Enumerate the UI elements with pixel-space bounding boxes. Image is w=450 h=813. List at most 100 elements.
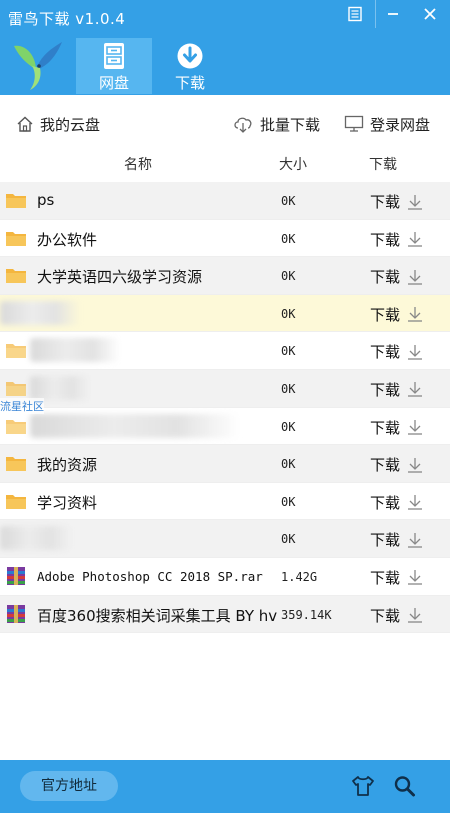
tab-download[interactable]: 下载 — [152, 38, 228, 94]
file-name: 大学英语四六级学习资源 — [37, 268, 203, 287]
download-button[interactable]: 下载 — [370, 454, 424, 475]
app-title: 雷鸟下载 v1.0.4 — [8, 10, 126, 28]
file-size: 0K — [281, 231, 296, 246]
download-button[interactable]: 下载 — [370, 492, 424, 513]
file-list: ps 0K 下载 办公软件 0K 下载 大学英语四六级学习资源 0K 下载 0K… — [0, 182, 450, 634]
official-site-button[interactable]: 官方地址 — [20, 771, 118, 801]
table-row[interactable]: ps 0K 下载 — [0, 182, 450, 220]
folder-icon — [6, 194, 26, 208]
batch-download-label: 批量下载 — [260, 115, 321, 134]
file-size: 0K — [281, 344, 296, 359]
folder-icon — [6, 457, 26, 472]
monitor-icon — [344, 115, 364, 132]
download-button[interactable]: 下载 — [370, 567, 424, 588]
file-size: 0K — [281, 306, 296, 321]
blurred-name — [0, 526, 72, 551]
watermark-text: 流星社区 — [0, 398, 44, 414]
close-button[interactable] — [410, 0, 450, 28]
table-row[interactable]: 我的资源 0K 下载 — [0, 445, 450, 483]
download-button[interactable]: 下载 — [370, 229, 424, 250]
file-size: 0K — [281, 494, 296, 509]
app-logo-icon — [14, 42, 62, 90]
home-icon — [17, 116, 33, 132]
rar-archive-icon — [7, 604, 25, 623]
table-row[interactable]: 办公软件 0K 下载 — [0, 220, 450, 258]
download-button[interactable]: 下载 — [370, 304, 424, 325]
tab-download-label: 下载 — [174, 74, 205, 92]
download-arrow-icon — [408, 457, 423, 473]
download-button[interactable]: 下载 — [370, 191, 424, 212]
download-button[interactable]: 下载 — [370, 341, 424, 362]
file-size: 0K — [281, 381, 296, 396]
download-arrow-icon — [408, 232, 423, 247]
cabinet-icon — [104, 43, 124, 69]
file-size: 0K — [281, 532, 296, 547]
header-name: 名称 — [124, 157, 152, 173]
table-header: 名称 大小 下载 — [0, 148, 450, 178]
minimize-button[interactable] — [376, 0, 410, 28]
tab-cloud-disk[interactable]: 网盘 — [76, 38, 152, 94]
download-arrow-icon — [408, 608, 423, 623]
file-size: 0K — [281, 269, 296, 284]
download-button[interactable]: 下载 — [370, 529, 424, 550]
blurred-name — [30, 375, 90, 400]
header-download: 下载 — [369, 157, 397, 173]
file-size: 1.42G — [281, 569, 318, 584]
folder-icon — [6, 419, 26, 434]
table-row[interactable]: 0K 下载 — [0, 408, 450, 446]
download-arrow-icon — [408, 194, 423, 210]
download-button[interactable]: 下载 — [370, 266, 424, 287]
my-cloud-label: 我的云盘 — [40, 115, 101, 134]
table-row[interactable]: 0K 下载 — [0, 332, 450, 370]
folder-icon — [6, 231, 26, 246]
header-size: 大小 — [279, 157, 307, 173]
download-arrow-icon — [408, 532, 423, 548]
download-arrow-icon — [408, 495, 423, 510]
download-arrow-icon — [408, 269, 423, 285]
file-size: 0K — [281, 457, 296, 472]
file-size: 0K — [281, 194, 296, 208]
search-icon[interactable] — [392, 774, 418, 798]
download-arrow-icon — [408, 382, 423, 398]
file-size: 0K — [281, 419, 296, 434]
table-row[interactable]: 0K 下载 — [0, 520, 450, 558]
file-name: 学习资料 — [37, 493, 98, 512]
my-cloud-button[interactable]: 我的云盘 — [16, 104, 100, 144]
login-disk-button[interactable]: 登录网盘 — [344, 104, 430, 144]
batch-download-button[interactable]: 批量下载 — [232, 104, 320, 144]
file-name: 我的资源 — [37, 456, 98, 475]
table-row[interactable]: 学习资料 0K 下载 — [0, 483, 450, 521]
window-controls — [334, 0, 450, 30]
file-size: 359.14K — [281, 607, 332, 622]
table-row[interactable]: 0K 下载 — [0, 294, 450, 333]
tab-cloud-disk-label: 网盘 — [98, 74, 129, 92]
blurred-name — [30, 338, 120, 363]
shirt-icon[interactable] — [350, 774, 376, 798]
login-disk-label: 登录网盘 — [370, 115, 431, 134]
blurred-name — [30, 413, 240, 438]
download-arrow-icon — [408, 570, 423, 586]
cloud-download-icon — [234, 117, 252, 133]
download-button[interactable]: 下载 — [370, 417, 424, 438]
download-button[interactable]: 下载 — [370, 379, 424, 400]
download-arrow-icon — [408, 307, 423, 322]
table-row[interactable]: Adobe Photoshop CC 2018 SP.rar 1.42G 下载 — [0, 558, 450, 596]
file-name: ps — [37, 191, 55, 209]
folder-icon — [6, 269, 26, 284]
title-bar: 雷鸟下载 v1.0.4 网盘 下载 — [0, 0, 450, 95]
download-button[interactable]: 下载 — [370, 605, 424, 626]
file-name: 百度360搜索相关词采集工具 BY hv — [37, 606, 278, 625]
file-name: 办公软件 — [37, 230, 98, 249]
folder-icon — [6, 494, 26, 509]
footer-bar: 官方地址 — [0, 760, 450, 813]
table-row[interactable]: 0K 下载 — [0, 369, 450, 408]
rar-archive-icon — [7, 566, 25, 585]
folder-icon — [6, 344, 26, 359]
toolbar: 我的云盘 批量下载 登录网盘 — [0, 104, 450, 144]
menu-icon[interactable] — [334, 0, 376, 28]
download-circle-icon — [177, 43, 203, 69]
table-row[interactable]: 百度360搜索相关词采集工具 BY hv 359.14K 下载 — [0, 595, 450, 634]
file-name: Adobe Photoshop CC 2018 SP.rar — [37, 568, 263, 584]
table-row[interactable]: 大学英语四六级学习资源 0K 下载 — [0, 257, 450, 295]
download-arrow-icon — [408, 420, 423, 435]
